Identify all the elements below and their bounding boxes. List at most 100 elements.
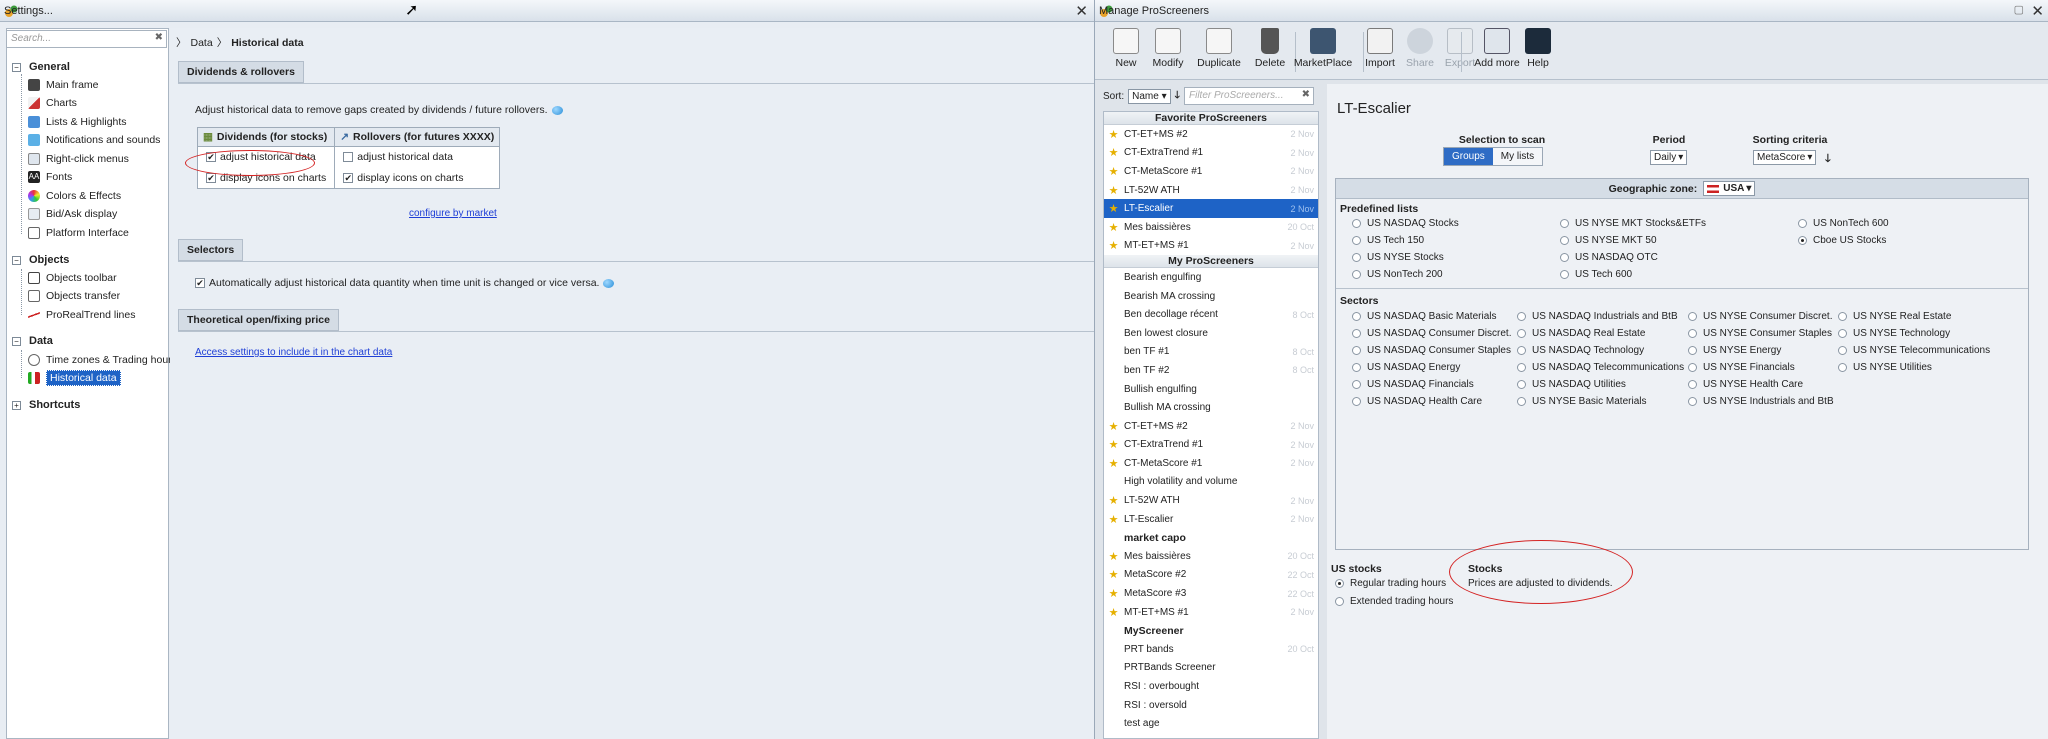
groups-tab[interactable]: Groups — [1444, 148, 1493, 165]
radio-button[interactable] — [1838, 363, 1847, 372]
list-item[interactable]: ★ market capo — [1104, 528, 1318, 547]
radio-button[interactable] — [1517, 329, 1526, 338]
star-icon[interactable]: ★ — [1108, 290, 1119, 303]
help-icon[interactable] — [603, 278, 615, 288]
radio-button[interactable] — [1352, 219, 1361, 228]
configure-by-market-link[interactable]: configure by market — [409, 208, 497, 219]
star-icon[interactable]: ★ — [1108, 146, 1119, 159]
access-settings-link[interactable]: Access settings to include it in the cha… — [195, 347, 392, 358]
sector-option[interactable]: US NASDAQ Basic Materials — [1352, 311, 1496, 322]
sector-option[interactable]: US NASDAQ Health Care — [1352, 396, 1482, 407]
predefined-option[interactable]: US NYSE MKT Stocks&ETFs — [1560, 218, 1706, 229]
list-item[interactable]: ★ LT-Escalier 2 Nov — [1104, 510, 1318, 529]
tree-item-platform[interactable]: Platform Interface — [28, 225, 129, 241]
list-item[interactable]: ★ MetaScore #2 22 Oct — [1104, 566, 1318, 585]
tree-item-lists[interactable]: Lists & Highlights — [28, 114, 127, 130]
star-icon[interactable]: ★ — [1108, 568, 1119, 581]
auto-adjust-checkbox[interactable]: ✔ — [195, 278, 205, 289]
star-icon[interactable]: ★ — [1108, 550, 1119, 563]
star-icon[interactable]: ★ — [1108, 624, 1119, 637]
predefined-option[interactable]: US NonTech 200 — [1352, 269, 1443, 280]
regular-hours-option[interactable]: Regular trading hours — [1335, 578, 1446, 589]
star-icon[interactable]: ★ — [1108, 401, 1119, 414]
list-item[interactable]: ★ ben TF #2 8 Oct — [1104, 361, 1318, 380]
radio-button[interactable] — [1352, 253, 1361, 262]
star-icon[interactable]: ★ — [1108, 606, 1119, 619]
list-item[interactable]: ★ CT-MetaScore #1 2 Nov — [1104, 162, 1318, 181]
star-icon[interactable]: ★ — [1108, 221, 1119, 234]
radio-button[interactable] — [1838, 329, 1847, 338]
radio-button[interactable] — [1352, 329, 1361, 338]
star-icon[interactable]: ★ — [1108, 165, 1119, 178]
star-icon[interactable]: ★ — [1108, 308, 1119, 321]
sector-option[interactable]: US NYSE Consumer Staples — [1688, 328, 1832, 339]
list-item[interactable]: ★ PRTBands Screener — [1104, 659, 1318, 678]
list-item[interactable]: ★ MT-ET+MS #1 2 Nov — [1104, 603, 1318, 622]
predefined-option[interactable]: US Tech 150 — [1352, 235, 1424, 246]
sector-option[interactable]: US NYSE Financials — [1688, 362, 1795, 373]
predefined-option[interactable]: US NYSE MKT 50 — [1560, 235, 1657, 246]
predefined-option[interactable]: US NYSE Stocks — [1352, 252, 1444, 263]
sector-option[interactable]: US NYSE Utilities — [1838, 362, 1932, 373]
predefined-option[interactable]: Cboe US Stocks — [1798, 235, 1886, 246]
radio-button[interactable] — [1352, 346, 1361, 355]
star-icon[interactable]: ★ — [1108, 699, 1119, 712]
radio-button[interactable] — [1688, 312, 1697, 321]
radio-button[interactable] — [1798, 236, 1807, 245]
star-icon[interactable]: ★ — [1108, 271, 1119, 284]
star-icon[interactable]: ★ — [1108, 383, 1119, 396]
sector-option[interactable]: US NASDAQ Technology — [1517, 345, 1644, 356]
radio-button[interactable] — [1688, 380, 1697, 389]
list-item[interactable]: ★ Bearish engulfing — [1104, 268, 1318, 287]
radio-button[interactable] — [1352, 397, 1361, 406]
radio-button[interactable] — [1352, 380, 1361, 389]
dividends-display-checkbox[interactable]: ✔ — [206, 172, 216, 183]
sector-option[interactable]: US NASDAQ Industrials and BtB — [1517, 311, 1678, 322]
sector-option[interactable]: US NYSE Energy — [1688, 345, 1781, 356]
radio-button[interactable] — [1688, 363, 1697, 372]
list-item[interactable]: ★ CT-ET+MS #2 2 Nov — [1104, 417, 1318, 436]
star-icon[interactable]: ★ — [1108, 475, 1119, 488]
radio-button[interactable] — [1517, 363, 1526, 372]
list-item[interactable]: ★ Bullish MA crossing — [1104, 398, 1318, 417]
sector-option[interactable]: US NYSE Consumer Discret. — [1688, 311, 1832, 322]
star-icon[interactable]: ★ — [1108, 661, 1119, 674]
radio-button[interactable] — [1688, 329, 1697, 338]
star-icon[interactable]: ★ — [1108, 420, 1119, 433]
radio-button[interactable] — [1688, 346, 1697, 355]
radio-button[interactable] — [1560, 236, 1569, 245]
list-item[interactable]: ★ LT-52W ATH 2 Nov — [1104, 491, 1318, 510]
period-select[interactable]: Daily ▾ — [1650, 150, 1688, 165]
predefined-option[interactable]: US Tech 600 — [1560, 269, 1632, 280]
tree-item-main-frame[interactable]: Main frame — [28, 77, 99, 93]
predefined-option[interactable]: US NASDAQ OTC — [1560, 252, 1658, 263]
proscreeners-titlebar[interactable]: Manage ProScreeners ▢ ✕ — [1095, 0, 2048, 22]
tree-item-bid-ask[interactable]: Bid/Ask display — [28, 206, 117, 222]
list-item[interactable]: ★ CT-MetaScore #1 2 Nov — [1104, 454, 1318, 473]
modify-button[interactable]: Modify — [1145, 28, 1191, 69]
tree-item-time-zones[interactable]: Time zones & Trading hours — [28, 352, 177, 368]
star-icon[interactable]: ★ — [1108, 184, 1119, 197]
close-icon[interactable]: ✕ — [1075, 2, 1088, 20]
star-icon[interactable]: ★ — [1108, 587, 1119, 600]
list-item[interactable]: ★ LT-52W ATH 2 Nov — [1104, 181, 1318, 200]
tree-item-historical-data[interactable]: Historical data — [28, 370, 121, 386]
sector-option[interactable]: US NYSE Health Care — [1688, 379, 1803, 390]
collapse-icon[interactable]: − — [12, 62, 21, 72]
rollovers-adjust-checkbox[interactable] — [343, 152, 354, 163]
star-icon[interactable]: ★ — [1108, 345, 1119, 358]
radio-button[interactable] — [1560, 219, 1569, 228]
radio-button[interactable] — [1335, 579, 1344, 588]
tree-category-shortcuts[interactable]: + Shortcuts — [12, 399, 80, 411]
tree-category-objects[interactable]: − Objects — [12, 254, 69, 266]
sector-option[interactable]: US NASDAQ Utilities — [1517, 379, 1626, 390]
radio-button[interactable] — [1560, 270, 1569, 279]
star-icon[interactable]: ★ — [1108, 531, 1119, 544]
list-item[interactable]: ★ test age — [1104, 714, 1318, 733]
star-icon[interactable]: ★ — [1108, 239, 1119, 252]
star-icon[interactable]: ★ — [1108, 457, 1119, 470]
new-button[interactable]: New — [1103, 28, 1149, 69]
sector-option[interactable]: US NYSE Telecommunications — [1838, 345, 1990, 356]
sort-direction-icon[interactable]: 🡓 — [1175, 88, 1180, 105]
clear-filter-icon[interactable]: ✖ — [1302, 89, 1310, 100]
